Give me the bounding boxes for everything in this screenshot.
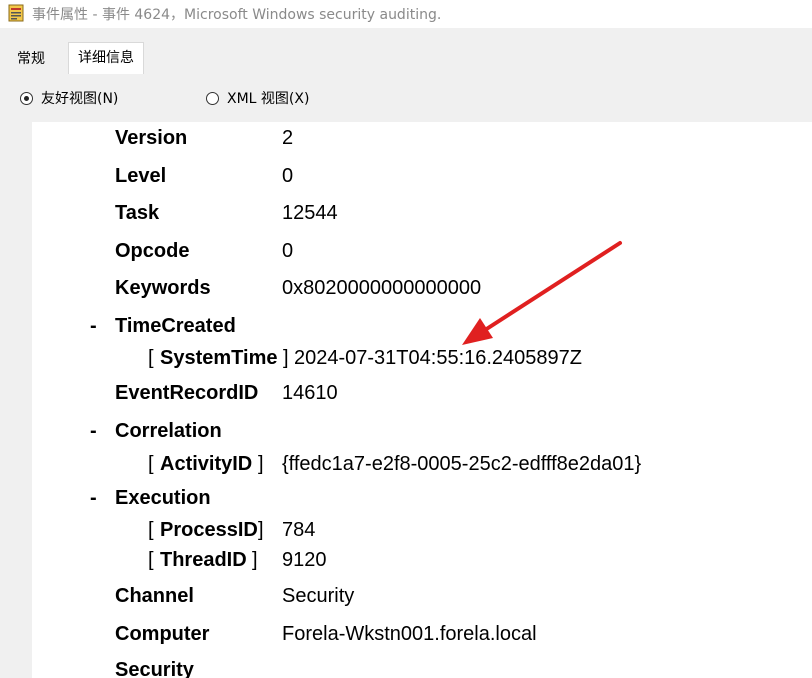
- view-mode-selector: 友好视图(N) XML 视图(X): [0, 75, 812, 119]
- systemtime-close-bracket: ]: [283, 347, 289, 369]
- channel-value: Security: [282, 585, 355, 607]
- friendly-view-label: 友好视图(N): [41, 91, 119, 107]
- level-key: Level: [115, 165, 167, 187]
- version-value: 2: [282, 127, 294, 149]
- correlation-collapse-toggle[interactable]: -: [90, 417, 97, 445]
- processid-value: 784: [282, 519, 316, 541]
- task-key: Task: [115, 202, 160, 224]
- threadid-close-bracket: ]: [252, 549, 258, 571]
- tab-strip: 常规 详细信息: [0, 42, 812, 74]
- eventrecordid-key: EventRecordID: [115, 382, 259, 404]
- xml-view-radio[interactable]: XML 视图(X): [206, 89, 309, 107]
- activityid-open-bracket: [: [148, 453, 154, 475]
- friendly-view-radio[interactable]: 友好视图(N): [20, 89, 118, 107]
- task-value: 12544: [282, 202, 338, 224]
- timecreated-collapse-toggle[interactable]: -: [90, 312, 97, 340]
- event-details-panel: Version 2 Level 0 Task 12544 Opcode 0 Ke…: [32, 122, 812, 678]
- channel-key: Channel: [115, 585, 194, 607]
- computer-key: Computer: [115, 623, 210, 645]
- version-key: Version: [115, 127, 188, 149]
- title-bar: 事件属性 - 事件 4624，Microsoft Windows securit…: [0, 0, 812, 28]
- activityid-close-bracket: ]: [258, 453, 264, 475]
- systemtime-key: SystemTime: [160, 347, 278, 369]
- processid-close-bracket: ]: [258, 519, 264, 541]
- processid-key: ProcessID: [160, 519, 258, 541]
- systemtime-open-bracket: [: [148, 347, 154, 369]
- level-value: 0: [282, 165, 294, 187]
- execution-key: Execution: [115, 487, 211, 509]
- threadid-key: ThreadID: [160, 549, 247, 571]
- execution-collapse-toggle[interactable]: -: [90, 484, 97, 512]
- processid-open-bracket: [: [148, 519, 154, 541]
- radio-checked-icon: [20, 91, 33, 105]
- threadid-open-bracket: [: [148, 549, 154, 571]
- activityid-value: {ffedc1a7-e2f8-0005-25c2-edfff8e2da01}: [282, 453, 642, 475]
- event-viewer-app-icon: [8, 4, 24, 22]
- opcode-key: Opcode: [115, 240, 190, 262]
- correlation-key: Correlation: [115, 420, 222, 442]
- tab-general[interactable]: 常规: [8, 46, 54, 73]
- opcode-value: 0: [282, 240, 294, 262]
- security-key: Security: [115, 659, 194, 678]
- tab-details[interactable]: 详细信息: [68, 42, 144, 74]
- keywords-key: Keywords: [115, 277, 211, 299]
- eventrecordid-value: 14610: [282, 382, 338, 404]
- window-title: 事件属性 - 事件 4624，Microsoft Windows securit…: [32, 7, 442, 23]
- activityid-key: ActivityID: [160, 453, 253, 475]
- xml-view-label: XML 视图(X): [227, 91, 310, 107]
- systemtime-value: 2024-07-31T04:55:16.2405897Z: [294, 347, 583, 369]
- keywords-value: 0x8020000000000000: [282, 277, 482, 299]
- computer-value: Forela-Wkstn001.forela.local: [282, 623, 537, 645]
- threadid-value: 9120: [282, 549, 327, 571]
- timecreated-key: TimeCreated: [115, 315, 236, 337]
- radio-unchecked-icon: [206, 91, 219, 105]
